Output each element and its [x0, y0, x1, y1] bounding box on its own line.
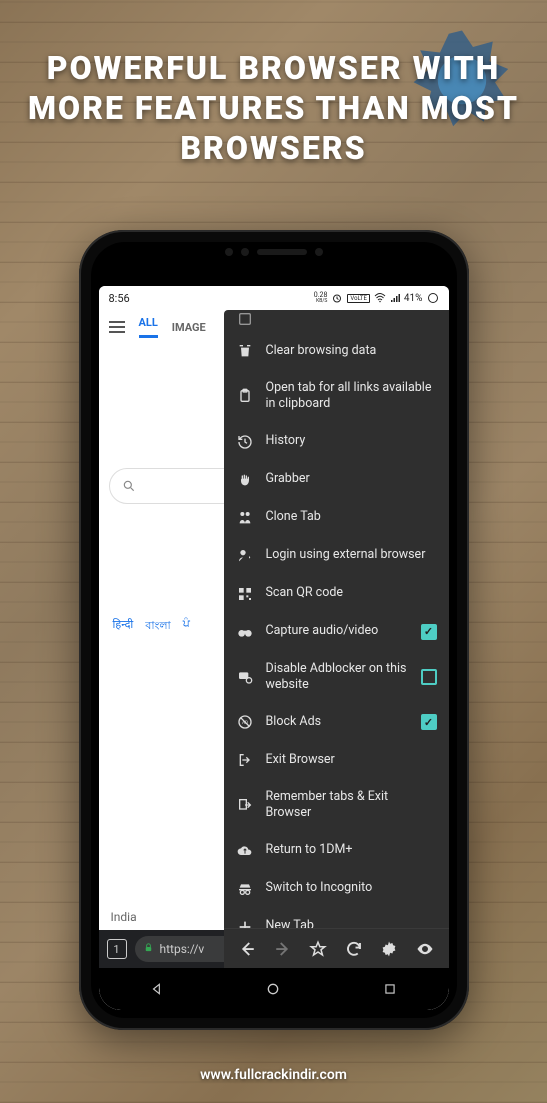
eye-button[interactable]	[414, 938, 436, 960]
menu-item-incognito[interactable]: Switch to Incognito	[224, 870, 449, 908]
menu-toolbar	[224, 928, 449, 968]
bookmark-star-button[interactable]	[307, 938, 329, 960]
cloud-icon	[236, 842, 254, 860]
menu-item-label: New Tab	[266, 918, 437, 928]
person-arrow-icon	[236, 547, 254, 565]
phone-notch	[225, 248, 323, 256]
lang-link[interactable]: ਪੰ	[183, 617, 190, 636]
wifi-icon	[374, 293, 386, 303]
incognito-icon	[236, 880, 254, 898]
lock-icon	[143, 942, 154, 956]
menu-item-label: Switch to Incognito	[266, 880, 437, 896]
adblock-gear-icon	[236, 668, 254, 686]
svg-text:AD: AD	[241, 720, 247, 726]
checkbox-on[interactable]	[421, 714, 437, 730]
menu-item-grabber[interactable]: Grabber	[224, 461, 449, 499]
adblock-icon: AD	[236, 713, 254, 731]
reload-button[interactable]	[343, 938, 365, 960]
menu-item-external-login[interactable]: Login using external browser	[224, 537, 449, 575]
menu-item-label: Scan QR code	[266, 585, 437, 601]
menu-item-open-clipboard[interactable]: Open tab for all links available in clip…	[224, 370, 449, 423]
back-button[interactable]	[236, 938, 258, 960]
plus-icon	[236, 918, 254, 929]
menu-item-return-1dm[interactable]: Return to 1DM+	[224, 832, 449, 870]
menu-item-label: Clear browsing data	[266, 343, 437, 359]
status-time: 8:56	[109, 292, 130, 305]
trash-icon	[236, 342, 254, 360]
signal-icon	[390, 293, 400, 303]
menu-item-label: Clone Tab	[266, 509, 437, 525]
menu-item-remember-exit[interactable]: Remember tabs & Exit Browser	[224, 779, 449, 832]
tab-all[interactable]: ALL	[139, 316, 158, 338]
menu-item-clone-tab[interactable]: Clone Tab	[224, 499, 449, 537]
nav-recent[interactable]	[381, 980, 399, 998]
tab-count-button[interactable]: 1	[107, 939, 127, 959]
search-icon	[122, 479, 136, 493]
menu-item-label: Exit Browser	[266, 752, 437, 768]
menu-item-exit[interactable]: Exit Browser	[224, 741, 449, 779]
footer-url: www.fullcrackindir.com	[0, 1067, 547, 1083]
history-icon	[236, 433, 254, 451]
lang-link[interactable]: हिन्दी	[113, 617, 134, 636]
checkbox-on[interactable]	[421, 624, 437, 640]
menu-item-label: Disable Adblocker on this website	[266, 661, 409, 694]
android-nav-bar	[99, 968, 449, 1010]
phone-frame: 8:56 0.28 KB/S VoLTE 41%	[79, 230, 469, 1030]
url-text: https://v	[160, 942, 205, 956]
headline-text: Powerful Browser with more features than…	[0, 48, 547, 168]
menu-item-partial[interactable]	[224, 310, 449, 332]
tab-images[interactable]: IMAGE	[172, 321, 206, 334]
menu-item-block-ads[interactable]: AD Block Ads	[224, 703, 449, 741]
fist-icon	[236, 471, 254, 489]
menu-item-history[interactable]: History	[224, 423, 449, 461]
clipboard-icon	[236, 387, 254, 405]
settings-button[interactable]	[378, 938, 400, 960]
lang-link[interactable]: বাংলা	[145, 617, 170, 636]
menu-item-label: Capture audio/video	[266, 623, 409, 639]
binoculars-icon	[236, 623, 254, 641]
browser-menu-overlay: Clear browsing data Open tab for all lin…	[224, 310, 449, 968]
battery-ring-icon	[427, 292, 439, 304]
menu-item-label: Grabber	[266, 471, 437, 487]
forward-button[interactable]	[272, 938, 294, 960]
exit-icon	[236, 751, 254, 769]
code-icon	[236, 310, 254, 328]
alarm-icon	[331, 292, 343, 304]
hamburger-icon[interactable]	[109, 321, 125, 333]
battery-pct: 41%	[404, 293, 423, 304]
clone-icon	[236, 509, 254, 527]
status-bar: 8:56 0.28 KB/S VoLTE 41%	[99, 286, 449, 310]
checkbox-off[interactable]	[421, 669, 437, 685]
menu-item-capture-av[interactable]: Capture audio/video	[224, 613, 449, 651]
status-speed-unit: KB/S	[316, 299, 327, 304]
qr-icon	[236, 585, 254, 603]
menu-item-label: Block Ads	[266, 714, 409, 730]
volte-badge: VoLTE	[347, 294, 370, 303]
menu-item-label: Return to 1DM+	[266, 842, 437, 858]
menu-item-clear-data[interactable]: Clear browsing data	[224, 332, 449, 370]
menu-item-scan-qr[interactable]: Scan QR code	[224, 575, 449, 613]
menu-item-label: Login using external browser	[266, 547, 437, 563]
remember-icon	[236, 796, 254, 814]
menu-item-label: Open tab for all links available in clip…	[266, 380, 437, 413]
nav-home[interactable]	[264, 980, 282, 998]
menu-item-new-tab[interactable]: New Tab	[224, 908, 449, 929]
nav-back[interactable]	[148, 980, 166, 998]
menu-item-label: Remember tabs & Exit Browser	[266, 789, 437, 822]
region-label: India	[111, 910, 137, 924]
menu-item-label: History	[266, 433, 437, 449]
menu-item-disable-adblock-site[interactable]: Disable Adblocker on this website	[224, 651, 449, 704]
